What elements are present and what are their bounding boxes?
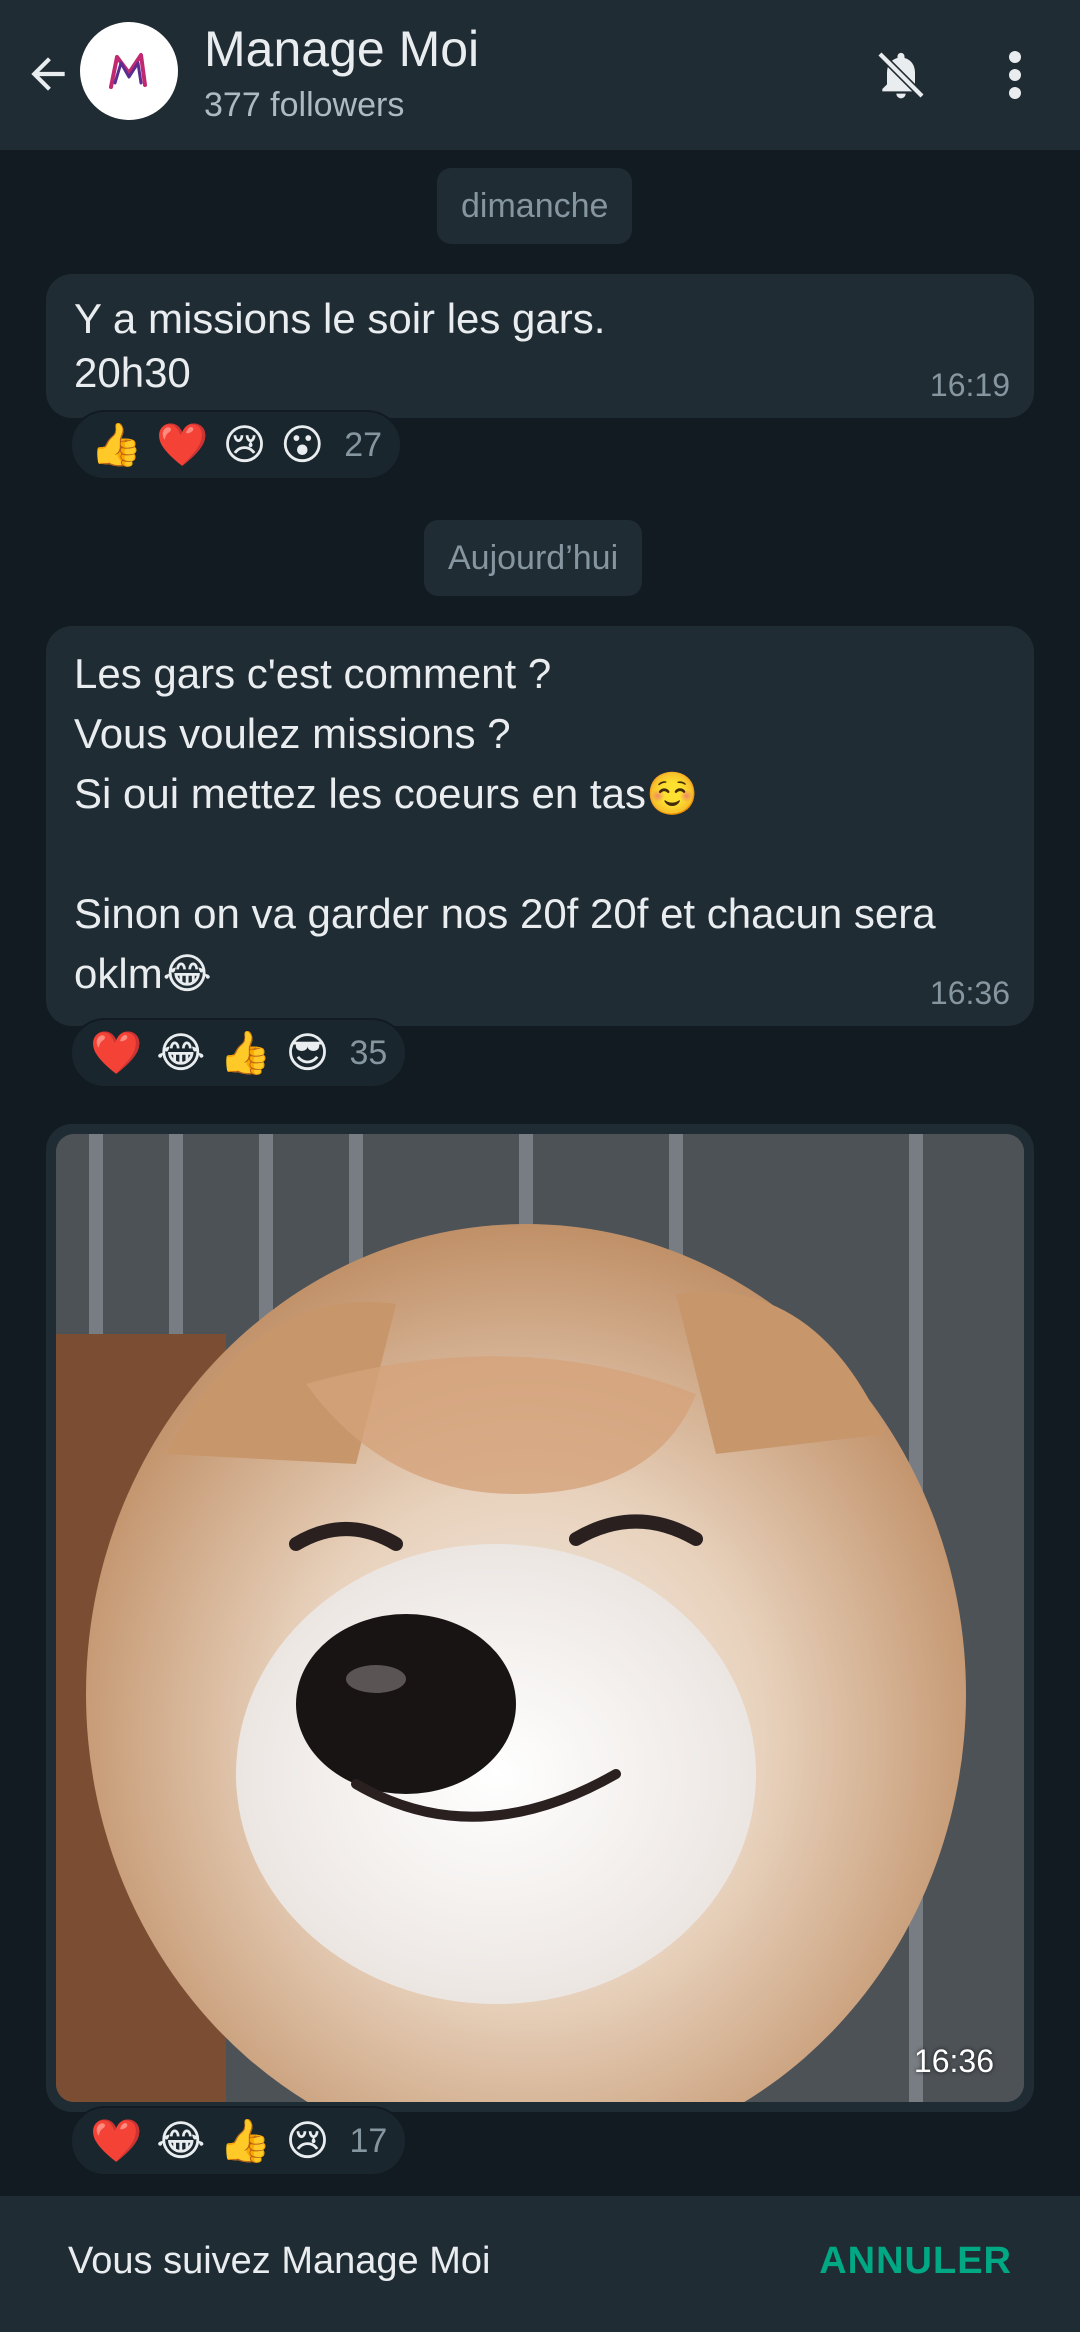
reaction-bar[interactable]: ❤️ 😂 👍 😢 17	[70, 2106, 408, 2176]
back-arrow-icon[interactable]	[18, 44, 78, 104]
date-chip: Aujourd’hui	[424, 520, 643, 596]
reaction-count: 17	[349, 2121, 388, 2160]
channel-avatar[interactable]	[80, 22, 178, 120]
channel-title[interactable]: Manage Moi	[204, 20, 479, 78]
follow-status-bar: Vous suivez Manage Moi ANNULER	[0, 2196, 1080, 2332]
reaction-emoji: 👍	[219, 1029, 272, 1076]
message-bubble[interactable]: Y a missions le soir les gars. 20h30 16:…	[46, 274, 1034, 418]
message-time: 16:36	[913, 2043, 994, 2079]
follower-count: 377 followers	[204, 86, 405, 124]
reaction-emoji: ❤️	[90, 2117, 143, 2164]
reaction-emoji: 😮	[280, 421, 325, 468]
bell-muted-icon[interactable]	[866, 40, 936, 110]
photo-message-bubble[interactable]: 16:36	[46, 1124, 1034, 2112]
reaction-emoji: 😢	[222, 421, 267, 468]
unfollow-cancel-button[interactable]: ANNULER	[819, 2240, 1012, 2283]
message-text: Les gars c'est comment ? Vous voulez mis…	[74, 650, 936, 997]
date-chip: dimanche	[437, 168, 633, 244]
message-time: 16:19	[929, 367, 1010, 403]
message-time: 16:36	[929, 975, 1010, 1011]
reaction-emoji: 👍	[90, 421, 143, 468]
follow-status-text: Vous suivez Manage Moi	[68, 2240, 491, 2282]
channel-logo-icon	[109, 53, 147, 89]
reaction-emoji: 😢	[285, 2117, 330, 2164]
reaction-emoji: ❤️	[156, 421, 209, 468]
message-text: Y a missions le soir les gars. 20h30	[74, 295, 606, 396]
reaction-emoji: ❤️	[90, 1029, 143, 1076]
reaction-count: 35	[349, 1033, 388, 1072]
reaction-bar[interactable]: ❤️ 😂 👍 😎 35	[70, 1018, 408, 1088]
more-vert-icon[interactable]	[990, 40, 1040, 110]
reaction-emoji: 😎	[285, 1029, 330, 1076]
reaction-count: 27	[344, 425, 383, 464]
message-bubble[interactable]: Les gars c'est comment ? Vous voulez mis…	[46, 626, 1034, 1026]
dog-photo[interactable]: 16:36	[56, 1134, 1024, 2102]
reaction-emoji: 👍	[219, 2117, 272, 2164]
reaction-emoji: 😂	[156, 1029, 206, 1076]
reaction-emoji: 😂	[156, 2117, 206, 2164]
reaction-bar[interactable]: 👍 ❤️ 😢 😮 27	[70, 410, 403, 480]
chat-header: Manage Moi 377 followers	[0, 0, 1080, 150]
